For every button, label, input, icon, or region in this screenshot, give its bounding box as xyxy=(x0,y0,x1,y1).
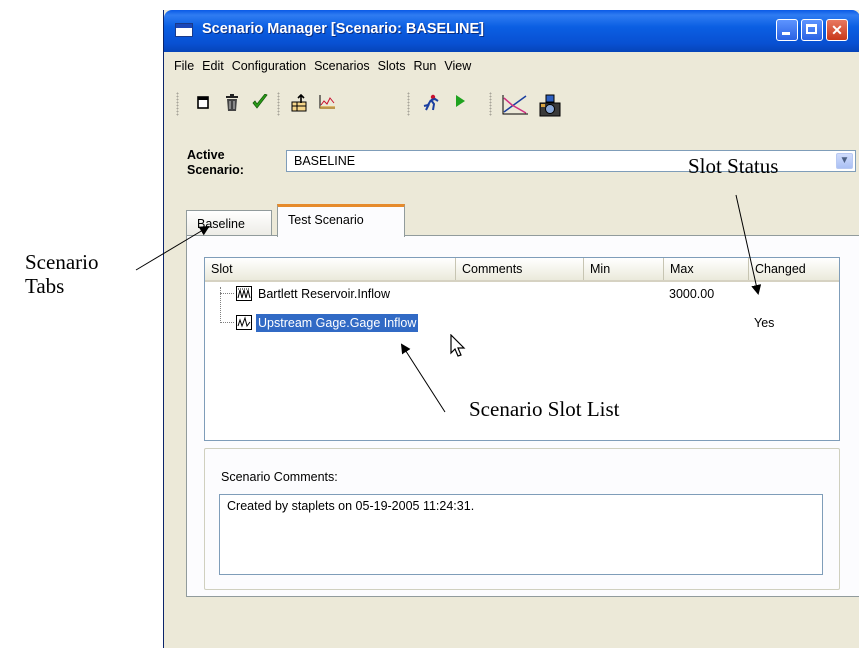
minimize-button[interactable] xyxy=(776,19,798,41)
menu-run[interactable]: Run xyxy=(409,56,440,76)
column-header-slot[interactable]: Slot xyxy=(205,258,456,280)
active-scenario-label: Active Scenario: xyxy=(187,148,244,177)
delete-icon[interactable] xyxy=(221,94,243,114)
toolbar-grip[interactable] xyxy=(176,92,179,116)
toolbar xyxy=(164,90,859,120)
export-icon[interactable] xyxy=(289,93,311,114)
slot-name: Bartlett Reservoir.Inflow xyxy=(258,287,390,301)
toolbar-grip[interactable] xyxy=(277,92,280,116)
chevron-down-icon[interactable]: ▼ xyxy=(836,153,853,169)
menu-bar: File Edit Configuration Scenarios Slots Run Vi… xyxy=(164,56,859,76)
snapshot-icon[interactable] xyxy=(537,94,563,117)
menu-configuration[interactable]: Configuration xyxy=(228,56,310,76)
chart-icon[interactable] xyxy=(316,94,338,114)
title-bar[interactable]: Scenario Manager [Scenario: BASELINE] ✕ xyxy=(164,10,859,52)
menu-view[interactable]: View xyxy=(440,56,475,76)
annotation-scenario-tabs-line1: Scenario xyxy=(25,250,99,274)
new-icon[interactable] xyxy=(192,94,214,114)
scenario-comments-group: Scenario Comments: Created by staplets o… xyxy=(204,448,840,590)
window-icon xyxy=(175,23,193,37)
menu-scenarios[interactable]: Scenarios xyxy=(310,56,374,76)
window-title: Scenario Manager [Scenario: BASELINE] xyxy=(202,21,485,37)
slot-changed: Yes xyxy=(754,316,775,330)
column-header-max[interactable]: Max xyxy=(664,258,749,280)
tree-connector xyxy=(220,322,234,323)
slot-name: Upstream Gage.Gage Inflow xyxy=(256,314,419,332)
plot-icon[interactable] xyxy=(500,94,530,115)
maximize-button[interactable] xyxy=(801,19,823,41)
column-header-min[interactable]: Min xyxy=(584,258,664,280)
checkmark-icon[interactable] xyxy=(249,93,271,114)
close-button[interactable]: ✕ xyxy=(826,19,848,41)
menu-edit[interactable]: Edit xyxy=(198,56,228,76)
list-header: Slot Comments Min Max Changed xyxy=(205,258,839,282)
toolbar-grip[interactable] xyxy=(489,92,492,116)
mouse-cursor-icon xyxy=(450,333,466,361)
tree-connector xyxy=(220,293,234,294)
annotation-scenario-tabs-line2: Tabs xyxy=(25,274,65,298)
slot-series-icon xyxy=(236,315,252,330)
annotation-slot-status: Slot Status xyxy=(688,154,779,178)
scenario-comments-textarea[interactable]: Created by staplets on 05-19-2005 11:24:… xyxy=(219,494,823,575)
menu-file[interactable]: File xyxy=(164,56,198,76)
scenario-comments-label: Scenario Comments: xyxy=(221,470,338,484)
scenario-manager-window: Scenario Manager [Scenario: BASELINE] ✕ … xyxy=(163,10,859,648)
annotation-scenario-slot-list: Scenario Slot List xyxy=(469,397,620,421)
slot-series-icon xyxy=(236,286,252,301)
slot-max: 3000.00 xyxy=(669,287,715,301)
play-icon[interactable] xyxy=(449,94,471,114)
column-header-comments[interactable]: Comments xyxy=(456,258,584,280)
active-scenario-value: BASELINE xyxy=(294,154,356,168)
toolbar-grip[interactable] xyxy=(407,92,410,116)
table-row[interactable]: Upstream Gage.Gage Inflow Yes xyxy=(205,313,839,333)
column-header-changed[interactable]: Changed xyxy=(749,258,839,280)
menu-slots[interactable]: Slots xyxy=(374,56,410,76)
table-row[interactable]: Bartlett Reservoir.Inflow 3000.00 xyxy=(205,284,839,304)
run-figure-icon[interactable] xyxy=(420,94,442,114)
tab-baseline[interactable]: Baseline xyxy=(186,210,272,236)
tab-test-scenario[interactable]: Test Scenario xyxy=(277,204,405,237)
